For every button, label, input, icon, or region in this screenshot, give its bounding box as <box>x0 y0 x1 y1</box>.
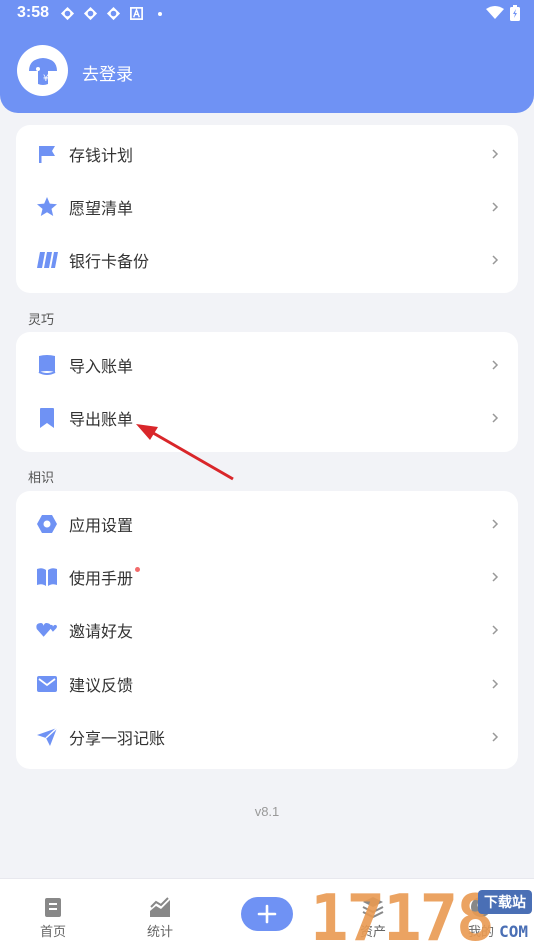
add-record-button[interactable] <box>241 897 293 931</box>
menu-item-label: 使用手册 <box>69 565 141 589</box>
menu-item-label: 银行卡备份 <box>69 253 150 271</box>
card-stripes-icon <box>36 249 58 271</box>
mail-icon <box>36 673 58 695</box>
menu-item-user-manual[interactable]: 使用手册 <box>16 550 518 603</box>
settings-hex-icon <box>36 513 58 535</box>
wifi-icon <box>486 6 504 19</box>
chevron-right-icon <box>492 359 499 370</box>
watermark-digits: 17178 <box>310 882 495 950</box>
chevron-right-icon <box>492 624 499 635</box>
status-notification-icons <box>60 6 162 21</box>
menu-item-import-bills[interactable]: 导入账单 <box>16 338 518 391</box>
app-version: v8.1 <box>254 804 280 819</box>
paper-plane-icon <box>36 726 58 748</box>
a-box-icon <box>130 7 143 20</box>
app-notification-icon <box>83 6 98 21</box>
menu-item-label: 应用设置 <box>69 517 134 535</box>
open-book-icon <box>36 566 58 588</box>
tab-label: 统计 <box>146 924 173 939</box>
tab-statistics[interactable]: 统计 <box>120 879 200 950</box>
menu-item-app-settings[interactable]: 应用设置 <box>16 497 518 550</box>
chevron-right-icon <box>492 254 499 265</box>
plus-icon <box>257 904 277 924</box>
hearts-icon <box>36 619 58 641</box>
section-title-smart: 灵巧 <box>28 312 55 327</box>
menu-item-invite-friends[interactable]: 邀请好友 <box>16 603 518 656</box>
chevron-right-icon <box>492 148 499 159</box>
watermark-badge: 下载站 <box>478 890 532 914</box>
battery-icon <box>510 5 520 21</box>
login-link[interactable]: 去登录 <box>82 60 133 85</box>
menu-item-share-app[interactable]: 分享一羽记账 <box>16 710 518 763</box>
menu-item-wishlist[interactable]: 愿望清单 <box>16 180 518 233</box>
import-book-icon <box>36 354 58 376</box>
more-notifications-dot <box>158 11 162 16</box>
card-acquaintance: 应用设置 使用手册 邀请好友 建议反馈 分享一羽记账 <box>16 491 518 769</box>
watermark: 17178 下载站 COM <box>306 882 534 950</box>
chevron-right-icon <box>492 571 499 582</box>
menu-item-feedback[interactable]: 建议反馈 <box>16 657 518 710</box>
menu-item-label: 邀请好友 <box>69 623 134 641</box>
status-time: 3:58 <box>17 4 50 21</box>
card-smart: 导入账单 导出账单 <box>16 332 518 452</box>
menu-item-label: 分享一羽记账 <box>69 730 166 748</box>
section-title-acquaintance: 相识 <box>28 470 55 485</box>
document-icon <box>45 898 61 917</box>
menu-item-export-bills[interactable]: 导出账单 <box>16 391 518 444</box>
avatar[interactable]: ¥ <box>17 45 68 96</box>
app-notification-icon <box>60 6 75 21</box>
menu-item-label: 愿望清单 <box>69 200 134 218</box>
chevron-right-icon <box>492 518 499 529</box>
watermark-domain: COM <box>499 922 528 941</box>
chevron-right-icon <box>492 678 499 689</box>
chevron-right-icon <box>492 731 499 742</box>
bookmark-icon <box>36 407 58 429</box>
menu-item-savings-plan[interactable]: 存钱计划 <box>16 127 518 180</box>
chevron-right-icon <box>492 201 499 212</box>
menu-item-label: 建议反馈 <box>69 677 134 695</box>
status-bar: 3:58 <box>0 0 534 28</box>
header: 3:58 ¥ 去登录 <box>0 0 534 113</box>
menu-item-label: 存钱计划 <box>69 147 134 165</box>
star-icon <box>36 196 58 218</box>
chevron-right-icon <box>492 412 499 423</box>
new-badge-dot <box>135 566 141 572</box>
trend-chart-icon <box>150 897 170 917</box>
svg-text:¥: ¥ <box>43 74 49 84</box>
flag-icon <box>36 143 58 165</box>
menu-item-label: 导入账单 <box>69 358 134 376</box>
card-tools: 存钱计划 愿望清单 银行卡备份 <box>16 125 518 293</box>
menu-item-bank-card-backup[interactable]: 银行卡备份 <box>16 233 518 286</box>
menu-item-label: 导出账单 <box>69 411 134 429</box>
tab-home[interactable]: 首页 <box>13 879 93 950</box>
app-notification-icon <box>106 6 121 21</box>
status-system-icons <box>486 5 520 21</box>
bird-logo-icon: ¥ <box>28 57 57 85</box>
tab-label: 首页 <box>39 924 66 939</box>
